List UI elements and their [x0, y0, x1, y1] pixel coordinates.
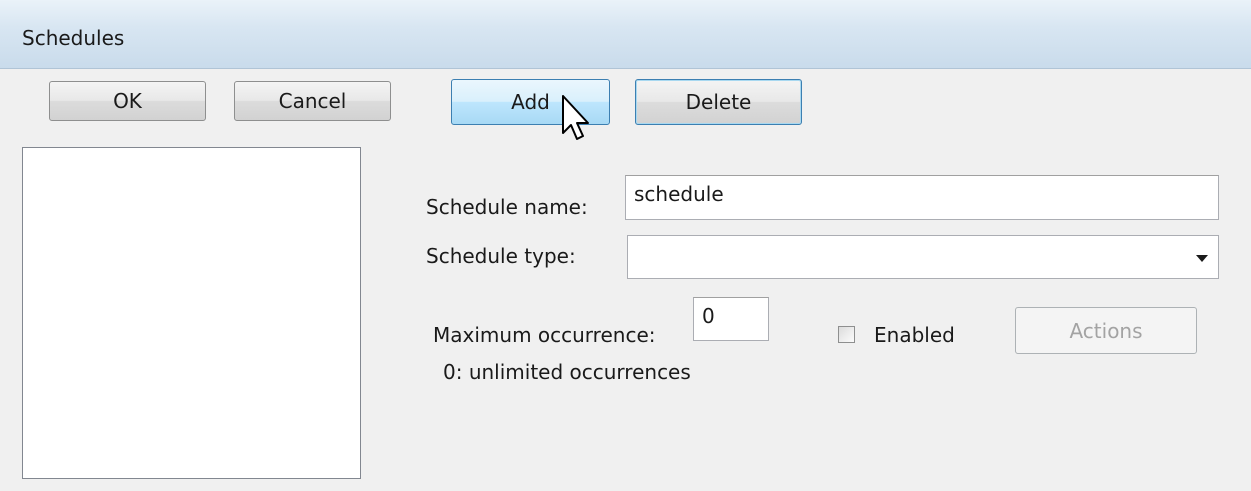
delete-button[interactable]: Delete — [635, 79, 802, 125]
enabled-checkbox[interactable] — [838, 326, 855, 343]
cancel-button[interactable]: Cancel — [234, 81, 391, 121]
max-occurrence-hint: 0: unlimited occurrences — [443, 360, 691, 384]
max-occurrence-field[interactable]: 0 — [693, 297, 769, 341]
mouse-pointer-icon — [562, 95, 589, 140]
dialog-body: OK Cancel Add Delete Schedule name: sche… — [0, 69, 1251, 491]
ok-button[interactable]: OK — [49, 81, 206, 121]
chevron-down-icon[interactable] — [1196, 255, 1208, 262]
actions-button[interactable]: Actions — [1015, 307, 1197, 354]
schedule-type-select[interactable] — [627, 235, 1219, 279]
enabled-label[interactable]: Enabled — [874, 323, 955, 347]
schedule-name-field[interactable]: schedule — [625, 175, 1219, 220]
window-title: Schedules — [22, 26, 125, 50]
title-bar: Schedules — [0, 0, 1251, 69]
schedule-type-label: Schedule type: — [426, 244, 576, 268]
max-occurrence-label: Maximum occurrence: — [433, 323, 656, 347]
schedules-list[interactable] — [22, 147, 361, 479]
schedule-name-label: Schedule name: — [426, 195, 588, 219]
